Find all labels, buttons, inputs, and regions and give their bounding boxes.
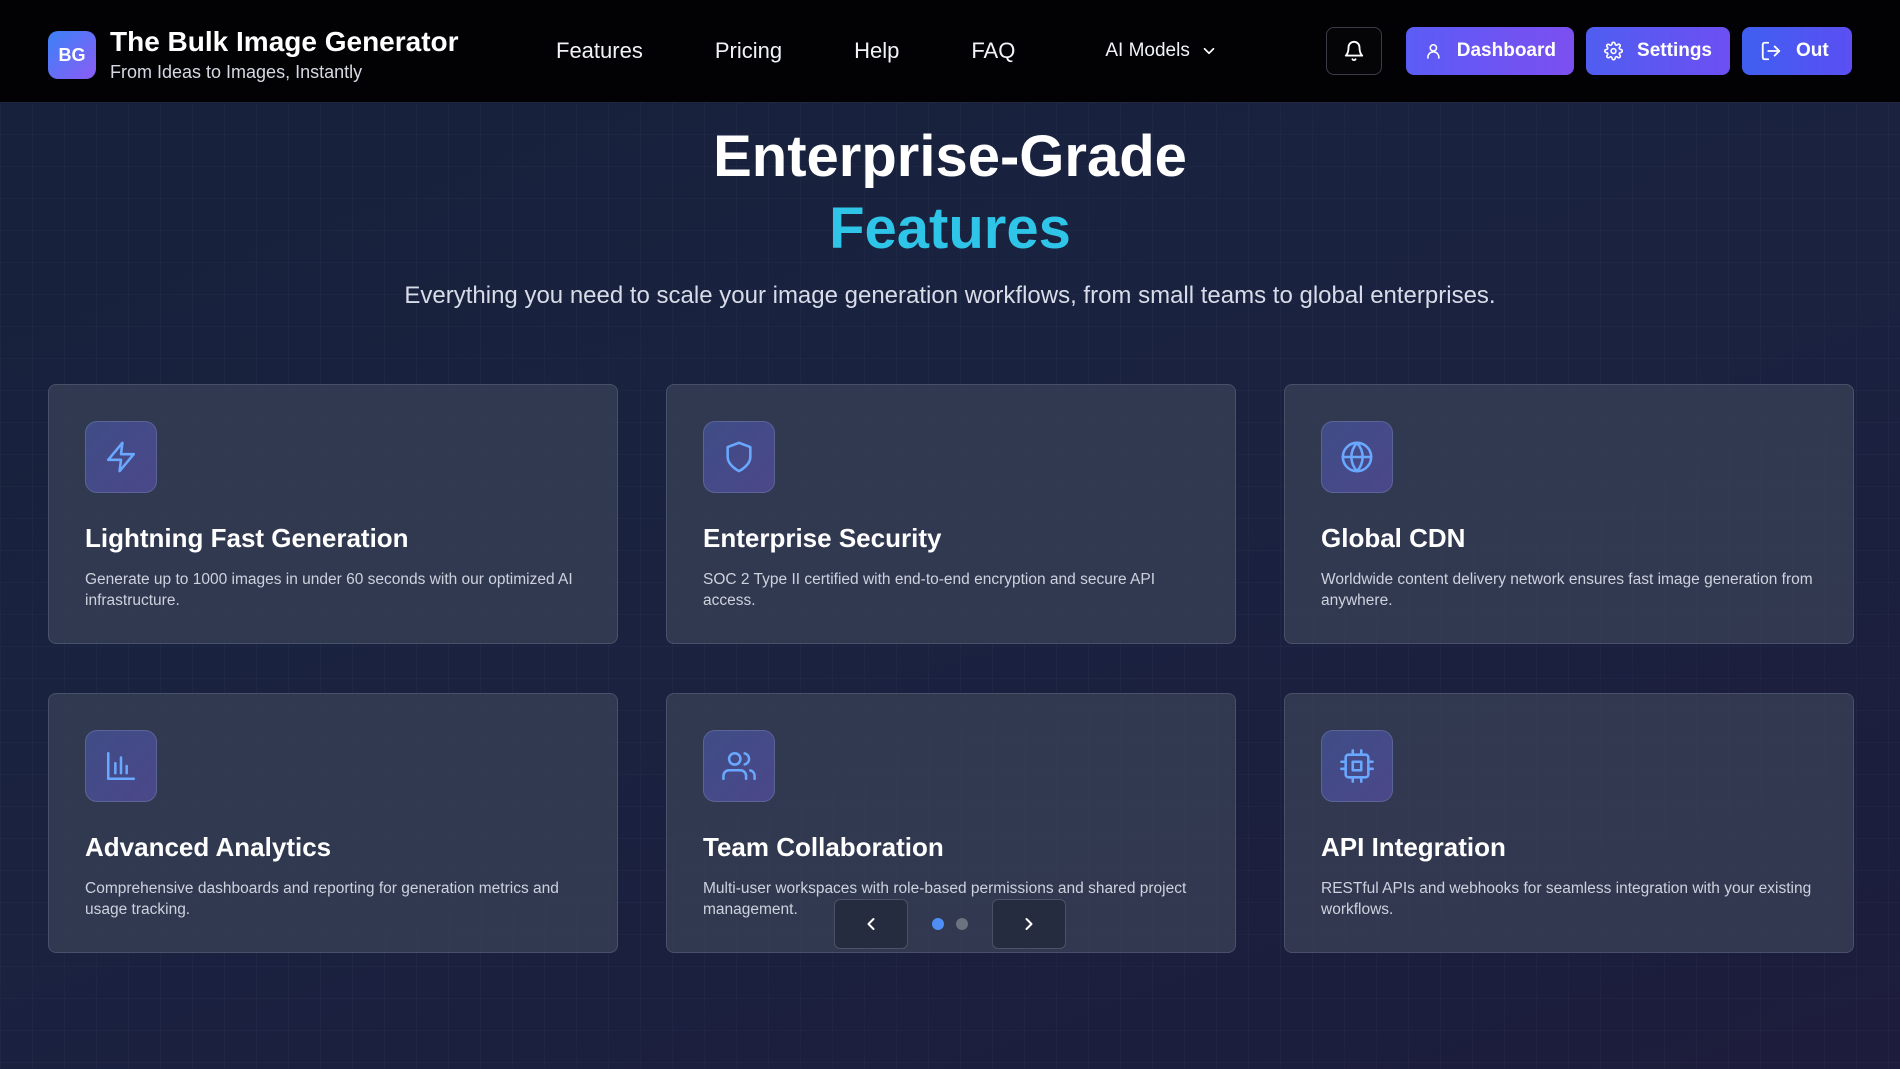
feature-card: Lightning Fast Generation Generate up to… — [48, 384, 618, 644]
feature-card: Advanced Analytics Comprehensive dashboa… — [48, 693, 618, 953]
dashboard-button[interactable]: Dashboard — [1406, 27, 1574, 75]
dashboard-label: Dashboard — [1456, 40, 1556, 61]
brand-title: The Bulk Image Generator — [110, 26, 459, 57]
page-dot[interactable] — [956, 918, 968, 930]
feature-description: RESTful APIs and webhooks for seamless i… — [1321, 880, 1812, 918]
sign-out-label: Out — [1796, 40, 1829, 61]
feature-title: Advanced Analytics — [85, 832, 332, 862]
feature-card: Enterprise Security SOC 2 Type II certif… — [666, 384, 1236, 644]
chevron-down-icon — [1203, 47, 1215, 55]
section-title: Enterprise-Grade — [713, 124, 1187, 189]
feature-card: Team Collaboration Multi-user workspaces… — [666, 693, 1236, 953]
feature-icon-box — [1321, 730, 1393, 802]
section-description: Everything you need to scale your image … — [404, 282, 1496, 309]
brand-logo: BG — [48, 31, 96, 79]
users-icon — [722, 751, 756, 781]
nav-link-features[interactable]: Features — [556, 36, 643, 66]
chevron-left-icon — [867, 918, 875, 930]
feature-icon-box — [85, 730, 157, 802]
main-nav: Features Pricing Help FAQ AI Models — [556, 36, 1218, 66]
next-page-button[interactable] — [992, 899, 1066, 949]
section-title-accent: Features — [829, 196, 1071, 261]
shield-icon — [726, 441, 752, 473]
gear-icon — [1604, 41, 1623, 61]
feature-title: Enterprise Security — [703, 523, 942, 553]
feature-title: API Integration — [1321, 832, 1506, 862]
chevron-right-icon — [1025, 918, 1033, 930]
feature-description: SOC 2 Type II certified with end-to-end … — [703, 571, 1156, 609]
globe-icon — [1341, 441, 1373, 473]
feature-title: Lightning Fast Generation — [85, 523, 409, 553]
brand[interactable]: BG The Bulk Image Generator From Ideas t… — [48, 27, 459, 83]
user-icon — [1427, 43, 1440, 59]
nav-link-faq[interactable]: FAQ — [971, 36, 1015, 66]
feature-description: Worldwide content delivery network ensur… — [1321, 571, 1813, 609]
brand-subtitle: From Ideas to Images, Instantly — [110, 62, 363, 82]
lightning-icon — [106, 441, 136, 473]
page-dot-active[interactable] — [932, 918, 944, 930]
notifications-button[interactable] — [1326, 27, 1382, 75]
feature-description: Comprehensive dashboards and reporting f… — [85, 880, 559, 918]
top-navbar: BG The Bulk Image Generator From Ideas t… — [0, 0, 1900, 102]
bell-icon — [1344, 41, 1364, 62]
feature-icon-box — [1321, 421, 1393, 493]
feature-description: Multi-user workspaces with role-based pe… — [703, 880, 1187, 918]
cpu-icon — [1340, 749, 1374, 783]
feature-card: API Integration RESTful APIs and webhook… — [1284, 693, 1854, 953]
settings-button[interactable]: Settings — [1586, 27, 1730, 75]
settings-label: Settings — [1637, 40, 1712, 61]
sign-out-button[interactable]: Out — [1742, 27, 1852, 75]
ai-models-dropdown[interactable]: AI Models — [1105, 36, 1217, 66]
features-section: Enterprise-Grade Features Everything you… — [0, 102, 1900, 1069]
feature-icon-box — [703, 730, 775, 802]
feature-title: Team Collaboration — [703, 832, 944, 862]
ai-models-label: AI Models — [1105, 40, 1190, 61]
feature-title: Global CDN — [1321, 523, 1466, 553]
log-out-icon — [1761, 41, 1781, 61]
feature-icon-box — [85, 421, 157, 493]
bar-chart-icon — [106, 751, 136, 781]
nav-actions: Dashboard Settings Out — [1326, 27, 1852, 75]
nav-link-pricing[interactable]: Pricing — [715, 36, 782, 66]
feature-description: Generate up to 1000 images in under 60 s… — [85, 571, 573, 609]
feature-card: Global CDN Worldwide content delivery ne… — [1284, 384, 1854, 644]
feature-icon-box — [703, 421, 775, 493]
nav-link-help[interactable]: Help — [854, 36, 899, 66]
previous-page-button[interactable] — [834, 899, 908, 949]
